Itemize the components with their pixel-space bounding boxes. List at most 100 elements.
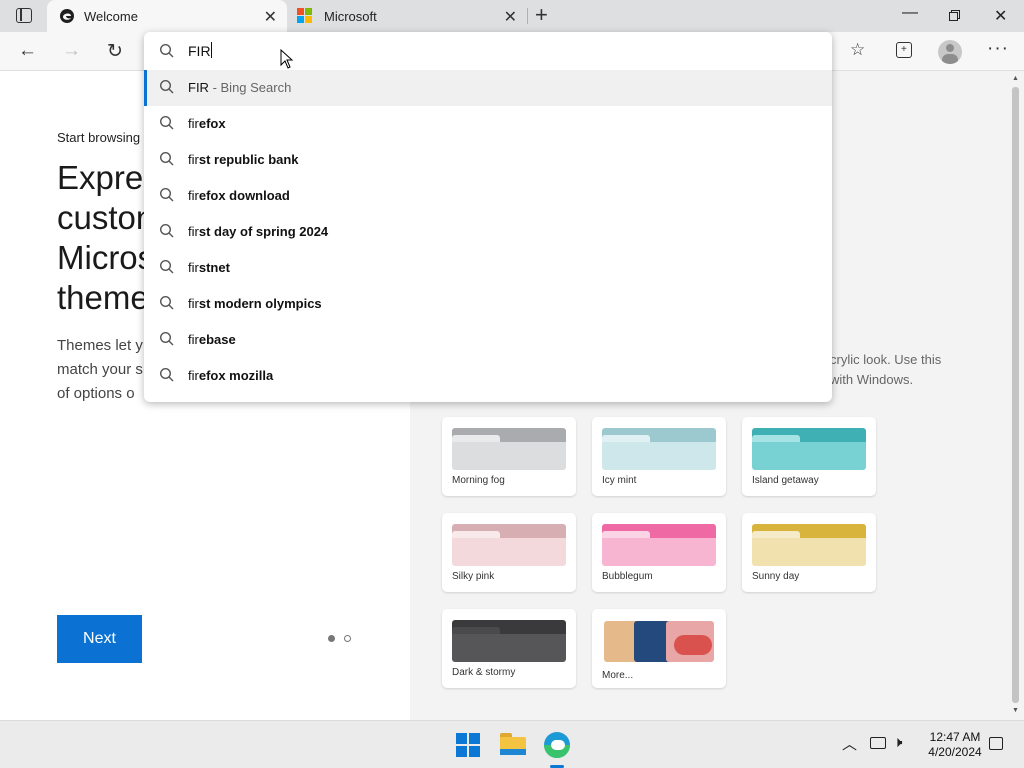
- tab-divider: [527, 8, 528, 24]
- next-button[interactable]: Next: [57, 615, 142, 663]
- suggestion-item[interactable]: firebase: [144, 322, 832, 358]
- close-window-icon[interactable]: ✕: [994, 6, 1007, 26]
- theme-label: More...: [602, 670, 634, 681]
- theme-preview: [602, 524, 716, 566]
- theme-card-sunny-day[interactable]: Sunny day: [742, 513, 876, 592]
- suggestion-item[interactable]: firefox download: [144, 178, 832, 214]
- suggestion-text: firefox: [188, 116, 226, 131]
- search-icon: [159, 43, 174, 58]
- theme-card-dark-stormy[interactable]: Dark & stormy: [442, 609, 576, 688]
- typed-prefix: fir: [188, 224, 199, 239]
- suggestion-item[interactable]: first republic bank: [144, 142, 832, 178]
- completion-text: efox: [198, 116, 226, 131]
- suggestion-item[interactable]: FIR - Bing Search: [144, 70, 832, 106]
- scroll-down-icon[interactable]: ▼: [1012, 707, 1019, 714]
- theme-preview: [452, 524, 566, 566]
- windows-start-icon[interactable]: [456, 733, 480, 757]
- file-explorer-icon[interactable]: [500, 733, 526, 755]
- search-icon: [159, 115, 174, 130]
- search-icon: [159, 187, 174, 202]
- settings-more-icon[interactable]: ···: [987, 38, 1009, 60]
- collections-icon[interactable]: +: [896, 42, 912, 58]
- favorites-icon[interactable]: ☆: [850, 40, 865, 60]
- close-tab-icon[interactable]: ✕: [504, 7, 517, 27]
- page-scrollbar[interactable]: ▲ ▼: [1008, 71, 1024, 720]
- tab-title: Microsoft: [324, 9, 377, 24]
- back-icon[interactable]: ←: [18, 40, 37, 62]
- theme-card-morning-fog[interactable]: Morning fog: [442, 417, 576, 496]
- tab-title: Welcome: [84, 9, 138, 24]
- theme-label: Silky pink: [452, 571, 495, 582]
- forward-icon: →: [62, 40, 81, 61]
- scrollbar-thumb[interactable]: [1012, 87, 1019, 703]
- theme-label: Icy mint: [602, 475, 637, 486]
- typed-prefix: fir: [188, 332, 199, 347]
- suggestion-text: firebase: [188, 332, 236, 347]
- tab-strip: Welcome ✕ Microsoft ✕ + — ✕: [0, 0, 1024, 32]
- taskbar: ︿ 🕨 12:47 AM 4/20/2024: [0, 720, 1024, 768]
- page-body-text: Themes let y match your s of options o: [57, 334, 143, 406]
- completion-text: stnet: [198, 260, 230, 275]
- completion-text: ebase: [198, 332, 236, 347]
- address-bar-dropdown: FIR FIR - Bing Search firefox first republ…: [144, 32, 832, 402]
- theme-card-more[interactable]: More...: [592, 609, 726, 688]
- pager-dot[interactable]: [344, 635, 351, 642]
- edge-taskbar-icon[interactable]: [544, 732, 570, 758]
- minimize-icon[interactable]: —: [902, 4, 918, 22]
- search-icon: [159, 331, 174, 346]
- theme-description: crylic look. Use this with Windows.: [830, 350, 941, 390]
- suggestion-text: first modern olympics: [188, 296, 322, 311]
- clock-date: 4/20/2024: [928, 745, 982, 759]
- tab-welcome[interactable]: Welcome ✕: [47, 0, 287, 32]
- close-tab-icon[interactable]: ✕: [264, 7, 277, 27]
- theme-preview: [752, 428, 866, 470]
- profile-avatar-icon[interactable]: [938, 40, 962, 64]
- theme-card-island-getaway[interactable]: Island getaway: [742, 417, 876, 496]
- network-icon[interactable]: [870, 737, 886, 749]
- scroll-up-icon[interactable]: ▲: [1012, 75, 1019, 82]
- theme-card-silky-pink[interactable]: Silky pink: [442, 513, 576, 592]
- theme-card-icy-mint[interactable]: Icy mint: [592, 417, 726, 496]
- suggestion-item[interactable]: firefox: [144, 106, 832, 142]
- mouse-cursor-icon: [280, 49, 294, 69]
- typed-prefix: fir: [188, 260, 199, 275]
- suggestion-item[interactable]: firstnet: [144, 250, 832, 286]
- show-hidden-icons-icon[interactable]: ︿: [842, 733, 857, 754]
- typed-prefix: fir: [188, 152, 199, 167]
- suggestion-text: FIR - Bing Search: [188, 80, 291, 95]
- suggestion-item[interactable]: first modern olympics: [144, 286, 832, 322]
- typed-prefix: fir: [188, 296, 199, 311]
- clock[interactable]: 12:47 AM 4/20/2024: [920, 730, 990, 760]
- text-cursor: [210, 42, 212, 58]
- notifications-icon[interactable]: [989, 737, 1003, 750]
- typed-prefix: FIR: [188, 80, 209, 95]
- new-tab-icon[interactable]: +: [535, 2, 548, 28]
- search-icon: [159, 79, 174, 94]
- suggestion-text: first republic bank: [188, 152, 299, 167]
- theme-card-bubblegum[interactable]: Bubblegum: [592, 513, 726, 592]
- selected-indicator: [144, 70, 147, 106]
- refresh-icon[interactable]: ↻: [107, 40, 123, 63]
- completion-text: efox mozilla: [198, 368, 274, 383]
- suggestion-text: firstnet: [188, 260, 230, 275]
- theme-label: Dark & stormy: [452, 667, 516, 678]
- typed-prefix: fir: [188, 116, 199, 131]
- suggestion-item[interactable]: first day of spring 2024: [144, 214, 832, 250]
- description-line: with Windows.: [830, 372, 914, 387]
- clock-time: 12:47 AM: [929, 730, 981, 744]
- tab-microsoft[interactable]: Microsoft ✕: [287, 0, 527, 32]
- tab-actions-icon[interactable]: [16, 8, 32, 23]
- typed-prefix: fir: [188, 188, 199, 203]
- suggestion-item[interactable]: firefox mozilla: [144, 358, 832, 394]
- typed-prefix: fir: [188, 368, 199, 383]
- pager-dot-active[interactable]: [328, 635, 335, 642]
- restore-icon[interactable]: [949, 10, 960, 21]
- theme-preview: [602, 428, 716, 470]
- description-line: crylic look. Use this: [830, 352, 942, 367]
- body-line: of options o: [57, 385, 135, 402]
- microsoft-logo-icon: [297, 8, 312, 23]
- theme-label: Island getaway: [752, 475, 819, 486]
- volume-muted-icon[interactable]: 🕨: [893, 734, 902, 751]
- search-icon: [159, 259, 174, 274]
- more-themes-preview: [604, 621, 714, 662]
